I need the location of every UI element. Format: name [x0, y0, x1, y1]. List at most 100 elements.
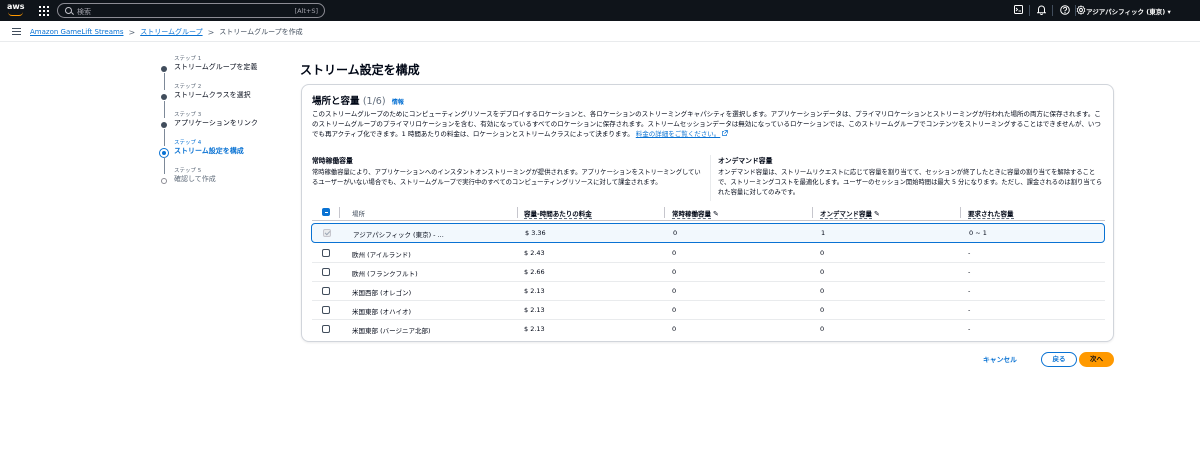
step-label: ストリームグループを定義	[174, 63, 258, 71]
aws-smile-icon	[8, 12, 23, 16]
wizard-step-5: ステップ 5 確認して作成	[160, 168, 280, 196]
aws-logo[interactable]: aws	[7, 3, 25, 18]
wizard-step-1[interactable]: ステップ 1 ストリームグループを定義	[160, 56, 280, 90]
table-row[interactable]: 欧州 (フランクフルト) $ 2.66 0 0 -	[312, 263, 1105, 282]
top-navigation: aws 検索 [Alt+S] アジアパシフィック (東京) ▾	[0, 0, 1200, 21]
cell-on-demand[interactable]: 0	[820, 249, 824, 257]
search-shortcut: [Alt+S]	[294, 7, 318, 15]
wizard-step-3[interactable]: ステップ 3 アプリケーションをリンク	[160, 112, 280, 146]
step-dot-icon	[161, 94, 167, 100]
cell-requested: -	[968, 249, 971, 257]
cell-price: $ 2.13	[524, 306, 545, 314]
header-always-on: 常時稼働容量 ✎	[672, 210, 719, 219]
search-input[interactable]: 検索 [Alt+S]	[57, 3, 325, 18]
table-row-selected[interactable]: アジアパシフィック (東京) - ... $ 3.36 0 1 0 ~ 1	[311, 223, 1105, 243]
services-grid-icon[interactable]	[39, 6, 49, 16]
on-demand-text: オンデマンド容量は、ストリームリクエストに応じて容量を割り当てて、セッションが終…	[718, 169, 1103, 196]
select-all-checkbox[interactable]	[322, 208, 330, 216]
step-dot-icon	[161, 122, 167, 128]
cell-always-on[interactable]: 0	[673, 229, 677, 237]
step-label: ストリーム設定を構成	[174, 147, 244, 155]
notifications-bell-icon[interactable]	[1036, 5, 1047, 16]
cell-on-demand[interactable]: 0	[820, 325, 824, 333]
cell-requested: -	[968, 287, 971, 295]
table-row[interactable]: 欧州 (アイルランド) $ 2.43 0 0 -	[312, 244, 1105, 263]
cell-always-on[interactable]: 0	[672, 325, 676, 333]
cell-always-on[interactable]: 0	[672, 287, 676, 295]
table-row[interactable]: 米国東部 (バージニア北部) $ 2.13 0 0 -	[312, 320, 1105, 339]
always-on-title: 常時稼働容量	[312, 157, 353, 165]
region-selector[interactable]: アジアパシフィック (東京) ▾	[1086, 6, 1171, 16]
step-number: ステップ 4	[174, 140, 202, 146]
breadcrumb-gamelift-streams[interactable]: Amazon GameLift Streams	[30, 28, 124, 36]
pricing-details-link[interactable]: 料金の詳細をご覧ください。	[636, 130, 721, 138]
help-icon[interactable]	[1059, 5, 1070, 16]
cell-requested: 0 ~ 1	[969, 229, 987, 237]
menu-hamburger-icon[interactable]	[12, 28, 21, 35]
wizard-step-4-current: ステップ 4 ストリーム設定を構成	[159, 140, 280, 174]
selected-count: (1/6)	[362, 96, 386, 107]
breadcrumb-current: ストリームグループを作成	[219, 28, 303, 36]
column-resizer[interactable]	[339, 207, 340, 218]
edit-pencil-icon[interactable]: ✎	[713, 210, 719, 218]
cancel-button[interactable]: キャンセル	[983, 354, 1017, 364]
always-on-text: 常時稼働容量により、アプリケーションへのインスタントオンストリーミングが提供され…	[312, 169, 701, 186]
always-on-capacity-info: 常時稼働容量 常時稼働容量により、アプリケーションへのインスタントオンストリーミ…	[312, 155, 704, 188]
table-header: 場所 容量-時間あたりの料金 常時稼働容量 ✎ オンデマンド容量 ✎ 要求された容量	[312, 205, 1105, 221]
header-requested: 要求された容量	[968, 210, 1014, 219]
step-number: ステップ 2	[174, 84, 202, 90]
cell-always-on[interactable]: 0	[672, 249, 676, 257]
breadcrumb-chevron-icon: >	[207, 27, 215, 37]
cell-location: アジアパシフィック (東京) - ...	[353, 231, 444, 239]
column-resizer[interactable]	[517, 207, 518, 218]
cell-location: 欧州 (アイルランド)	[352, 251, 411, 259]
table-row[interactable]: 米国西部 (オレゴン) $ 2.13 0 0 -	[312, 282, 1105, 301]
breadcrumb: Amazon GameLift Streams > ストリームグループ > スト…	[30, 27, 303, 37]
cell-on-demand[interactable]: 0	[820, 287, 824, 295]
on-demand-capacity-info: オンデマンド容量 オンデマンド容量は、ストリームリクエストに応じて容量を割り当て…	[718, 155, 1106, 198]
cell-on-demand[interactable]: 1	[821, 229, 825, 237]
cell-always-on[interactable]: 0	[672, 268, 676, 276]
row-checkbox[interactable]	[322, 325, 330, 333]
settings-icon[interactable]	[1076, 5, 1086, 16]
row-checkbox[interactable]	[322, 268, 330, 276]
nav-divider	[1029, 5, 1030, 16]
search-placeholder: 検索	[77, 8, 91, 16]
cell-requested: -	[968, 325, 971, 333]
cell-location: 米国東部 (バージニア北部)	[352, 327, 431, 335]
cell-always-on[interactable]: 0	[672, 306, 676, 314]
cell-location: 欧州 (フランクフルト)	[352, 270, 418, 278]
table-row[interactable]: 米国東部 (オハイオ) $ 2.13 0 0 -	[312, 301, 1105, 320]
row-checkbox[interactable]	[322, 249, 330, 257]
row-checkbox-disabled	[323, 229, 331, 237]
step-label: 確認して作成	[174, 175, 216, 183]
column-resizer[interactable]	[960, 207, 961, 218]
breadcrumb-bar: Amazon GameLift Streams > ストリームグループ > スト…	[0, 21, 1200, 42]
location-capacity-container: 場所と容量 (1/6) 情報 このストリームグループのためにコンピューティングリ…	[301, 84, 1114, 342]
info-link[interactable]: 情報	[392, 99, 404, 106]
breadcrumb-chevron-icon: >	[128, 27, 136, 37]
edit-pencil-icon[interactable]: ✎	[874, 210, 880, 218]
page-title: ストリーム設定を構成	[300, 63, 420, 77]
column-resizer[interactable]	[812, 207, 813, 218]
wizard-step-2[interactable]: ステップ 2 ストリームクラスを選択	[160, 84, 280, 118]
cell-requested: -	[968, 306, 971, 314]
row-checkbox[interactable]	[322, 306, 330, 314]
cell-location: 米国東部 (オハイオ)	[352, 308, 412, 316]
cell-price: $ 2.43	[524, 249, 545, 257]
header-on-demand: オンデマンド容量 ✎	[820, 210, 880, 219]
cell-on-demand[interactable]: 0	[820, 268, 824, 276]
row-checkbox[interactable]	[322, 287, 330, 295]
next-button[interactable]: 次へ	[1079, 352, 1114, 367]
back-button[interactable]: 戻る	[1041, 352, 1077, 367]
step-label: ストリームクラスを選択	[174, 91, 251, 99]
header-location[interactable]: 場所	[352, 208, 365, 218]
cell-price: $ 2.13	[524, 325, 545, 333]
cloudshell-icon[interactable]	[1013, 5, 1024, 16]
cell-requested: -	[968, 268, 971, 276]
step-number: ステップ 1	[174, 56, 202, 62]
step-dot-icon	[161, 178, 167, 184]
column-resizer[interactable]	[664, 207, 665, 218]
cell-on-demand[interactable]: 0	[820, 306, 824, 314]
breadcrumb-stream-groups[interactable]: ストリームグループ	[140, 27, 202, 37]
